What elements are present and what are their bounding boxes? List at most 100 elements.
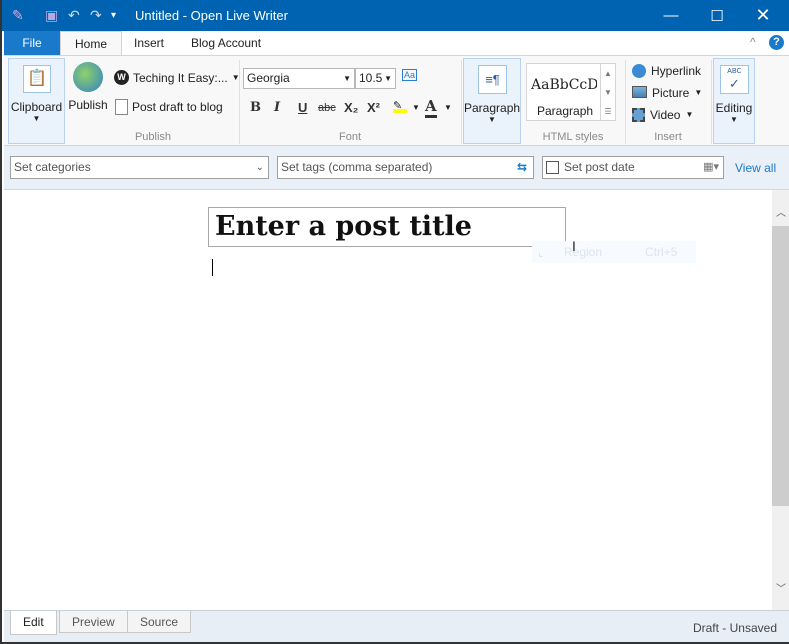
- video-icon: [632, 108, 645, 122]
- tags-input[interactable]: Set tags (comma separated) ⇆: [277, 156, 534, 179]
- insert-group-label: Insert: [654, 131, 682, 143]
- app-logo-icon: ✎: [12, 7, 24, 23]
- clear-formatting-icon[interactable]: Aa: [402, 69, 418, 81]
- subscript-button[interactable]: X₂: [344, 100, 358, 115]
- editing-label: Editing: [715, 101, 753, 115]
- globe-publish-icon: [73, 62, 103, 92]
- font-family-value: Georgia: [247, 71, 290, 85]
- status-bar: Edit Preview Source Draft - Unsaved: [4, 610, 789, 642]
- view-all-link[interactable]: View all: [735, 161, 776, 175]
- font-size-select[interactable]: 10.5 ▼: [355, 68, 396, 89]
- editor-area[interactable]: Enter a post title ⌞ Region Ctrl+5 I: [4, 190, 772, 610]
- paragraph-button[interactable]: ≡¶ Paragraph ▼: [463, 58, 521, 144]
- html-styles-gallery[interactable]: AaBbCcDc Paragraph ▲▼☰: [526, 63, 616, 121]
- html-styles-group-label: HTML styles: [542, 131, 604, 143]
- post-draft-label: Post draft to blog: [132, 100, 223, 114]
- gallery-scroll[interactable]: ▲ ▼ ☰: [600, 64, 615, 120]
- clipboard-button[interactable]: 📋 Clipboard ▼: [8, 58, 65, 144]
- picture-icon: [632, 86, 647, 98]
- post-draft-button[interactable]: Post draft to blog: [115, 99, 223, 115]
- divider: [711, 60, 712, 144]
- collapse-ribbon-icon[interactable]: ^: [750, 35, 756, 49]
- text-caret: [212, 259, 213, 276]
- status-text: Draft - Unsaved: [692, 621, 777, 635]
- divider: [239, 60, 240, 144]
- tab-edit[interactable]: Edit: [10, 611, 57, 635]
- picture-label: Picture: [652, 86, 690, 100]
- highlight-icon[interactable]: ✎: [393, 99, 407, 113]
- spellcheck-icon: ABC ✓: [720, 65, 749, 94]
- app-window: ✎ ▣ ↶ ↷ ▾ Untitled - Open Live Writer — …: [0, 0, 789, 644]
- superscript-button[interactable]: X²: [367, 100, 380, 115]
- maximize-button[interactable]: ☐: [694, 0, 740, 31]
- close-button[interactable]: ✕: [740, 0, 786, 31]
- scroll-up-icon[interactable]: ︿: [776, 204, 786, 219]
- ghost-menu-label: Region: [564, 245, 603, 259]
- region-icon: ⌞: [538, 245, 544, 259]
- style-preview: AaBbCcDc: [531, 77, 597, 93]
- post-title-input[interactable]: Enter a post title: [208, 207, 566, 247]
- post-date-field[interactable]: Set post date ▦▾: [542, 156, 724, 179]
- hyperlink-label: Hyperlink: [651, 64, 702, 78]
- post-date-label: Set post date: [564, 160, 635, 174]
- underline-button[interactable]: U: [298, 100, 307, 115]
- video-button[interactable]: Video ▼: [632, 108, 693, 122]
- help-icon[interactable]: ?: [769, 35, 784, 50]
- categories-select[interactable]: Set categories ⌄: [10, 156, 269, 179]
- wordpress-icon: W: [114, 70, 129, 85]
- font-size-value: 10.5: [359, 71, 383, 85]
- tab-insert[interactable]: Insert: [120, 31, 178, 55]
- chevron-down-icon: ▼: [32, 114, 41, 123]
- window-title: Untitled - Open Live Writer: [135, 8, 288, 23]
- divider: [461, 60, 462, 144]
- post-date-checkbox[interactable]: [546, 161, 559, 174]
- italic-button[interactable]: I: [274, 100, 280, 115]
- chevron-down-icon[interactable]: ▼: [444, 103, 452, 112]
- undo-icon[interactable]: ↶: [68, 7, 80, 24]
- tab-file[interactable]: File: [4, 31, 60, 55]
- save-icon[interactable]: ▣: [45, 7, 58, 24]
- blog-name: Teching It Easy:...: [133, 70, 228, 85]
- hyperlink-button[interactable]: Hyperlink: [632, 64, 701, 78]
- calendar-icon[interactable]: ▦▾: [703, 157, 723, 178]
- categories-placeholder: Set categories: [14, 160, 91, 174]
- scrollbar-thumb[interactable]: [772, 226, 789, 506]
- tags-placeholder: Set tags (comma separated): [281, 160, 433, 174]
- bold-button[interactable]: B: [250, 100, 261, 115]
- font-family-select[interactable]: Georgia ▼: [243, 68, 355, 89]
- tab-preview[interactable]: Preview: [59, 611, 128, 633]
- publish-button[interactable]: Publish: [68, 62, 108, 112]
- ghost-menu-shortcut: Ctrl+5: [645, 245, 678, 259]
- publish-label: Publish: [68, 98, 108, 112]
- blog-selector[interactable]: W Teching It Easy:... ▼: [114, 70, 240, 85]
- minimize-button[interactable]: —: [648, 0, 694, 31]
- font-group-label: Font: [338, 131, 361, 143]
- tab-home[interactable]: Home: [60, 31, 123, 56]
- text-cursor-icon: I: [572, 238, 576, 254]
- ribbon: 📋 Clipboard ▼ Publish W Teching It Easy:…: [4, 55, 789, 146]
- tab-source[interactable]: Source: [127, 611, 192, 633]
- style-name: Paragraph: [537, 104, 594, 118]
- ribbon-tabs: File Home Insert Blog Account ^ ?: [4, 31, 789, 56]
- chevron-down-icon: ▼: [730, 115, 738, 124]
- customize-quick-access-icon[interactable]: ▾: [111, 10, 116, 21]
- ghost-menu-item: ⌞ Region Ctrl+5: [532, 241, 696, 263]
- paragraph-label: Paragraph: [464, 101, 521, 115]
- redo-icon[interactable]: ↷: [90, 7, 102, 24]
- strikethrough-button[interactable]: abc: [318, 102, 336, 114]
- scroll-down-icon[interactable]: ﹀: [776, 580, 786, 595]
- post-properties-bar: Set categories ⌄ Set tags (comma separate…: [4, 146, 789, 190]
- document-upload-icon: [115, 99, 128, 115]
- editing-button[interactable]: ABC ✓ Editing ▼: [713, 58, 755, 144]
- picture-button[interactable]: Picture ▼: [632, 86, 702, 100]
- refresh-tags-icon[interactable]: ⇆: [517, 157, 533, 178]
- clipboard-label: Clipboard: [10, 100, 63, 114]
- chevron-down-icon: ▼: [488, 115, 496, 124]
- hyperlink-icon: [632, 64, 646, 78]
- tab-blog-account[interactable]: Blog Account: [177, 31, 275, 55]
- font-color-button[interactable]: A: [425, 97, 437, 118]
- chevron-down-icon[interactable]: ▼: [412, 103, 420, 112]
- publish-group-label: Publish: [134, 131, 172, 143]
- clipboard-icon: 📋: [23, 65, 51, 93]
- title-bar: ✎ ▣ ↶ ↷ ▾ Untitled - Open Live Writer — …: [2, 0, 789, 31]
